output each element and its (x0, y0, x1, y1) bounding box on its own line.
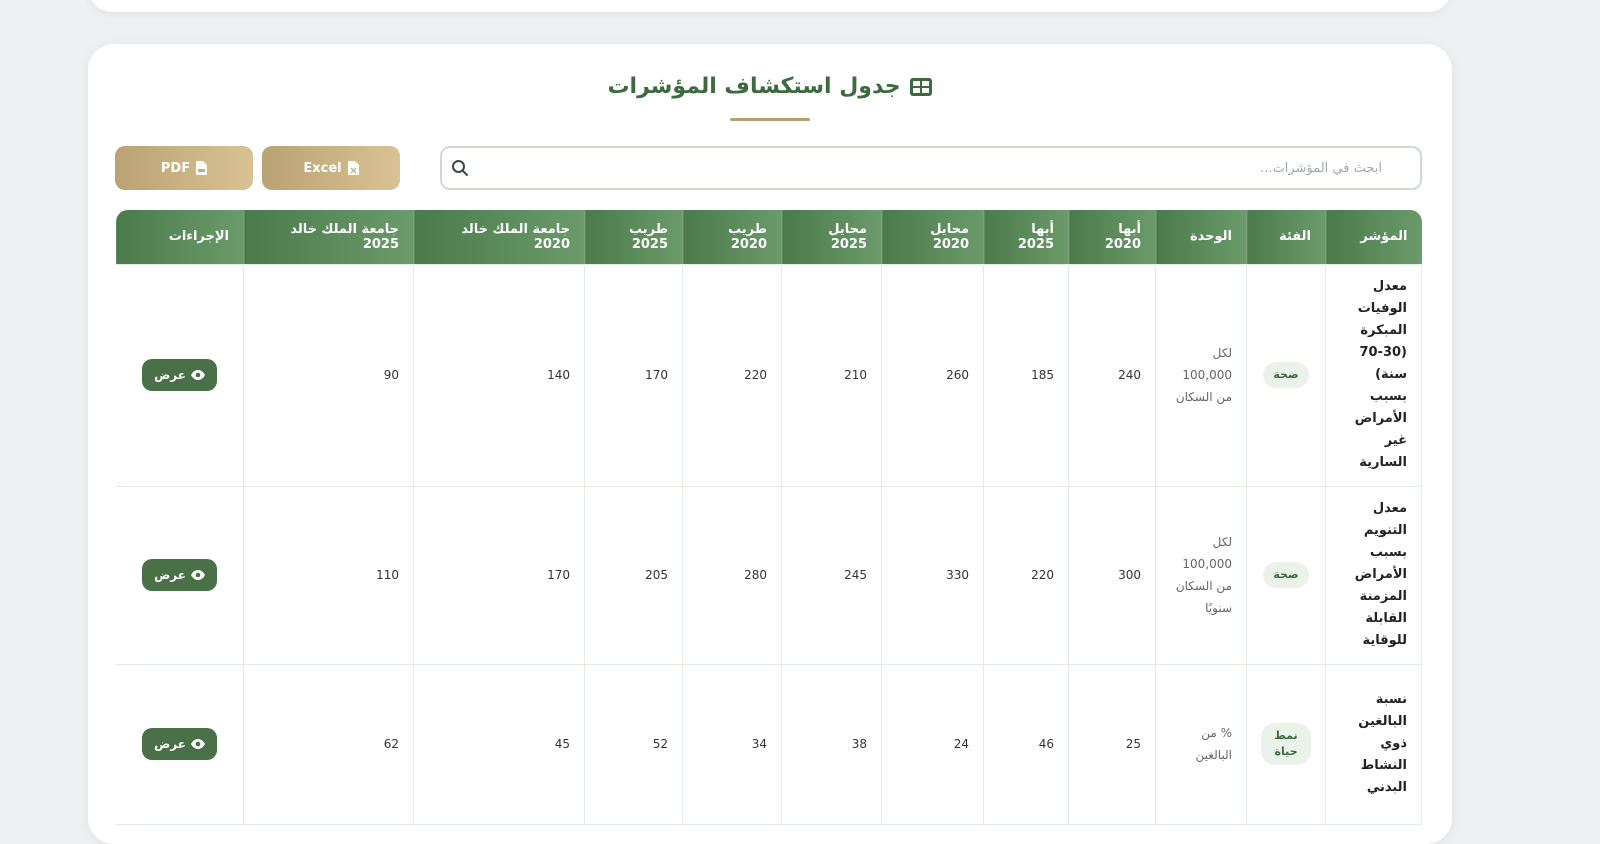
cell-tareeb-2020: 280 (682, 485, 782, 665)
cell-tareeb-2020: 34 (682, 663, 782, 825)
view-button-label: عرض (154, 568, 186, 582)
eye-icon (190, 370, 205, 380)
table-row: معدل الوفيات المبكرة (30-70 سنة) بسبب ال… (116, 263, 1422, 487)
indicators-explorer-card: جدول استكشاف المؤشرات Excel PDF (88, 44, 1452, 844)
header-tareeb-2025[interactable]: طريب 2025 (584, 210, 683, 264)
cell-unit: لكل 100,000 من السكان (1155, 263, 1247, 487)
page-title-text: جدول استكشاف المؤشرات (607, 74, 901, 99)
table-row: معدل التنويم بسبب الأمراض المزمنة القابل… (116, 485, 1422, 665)
header-abha-2020[interactable]: أبها 2020 (1068, 210, 1156, 264)
view-button[interactable]: عرض (142, 728, 217, 760)
cell-unit: % من البالغين (1155, 663, 1247, 825)
title-wrap: جدول استكشاف المؤشرات (88, 74, 1452, 101)
cell-mahayel-2020: 260 (881, 263, 984, 487)
header-unit[interactable]: الوحدة (1155, 210, 1247, 264)
eye-icon (190, 570, 205, 580)
cell-actions: عرض (116, 263, 244, 487)
view-button-label: عرض (154, 737, 186, 751)
pdf-button-label: PDF (160, 160, 191, 176)
cell-kku-2020: 170 (413, 485, 585, 665)
title-underline (730, 118, 810, 121)
header-actions: الإجراءات (116, 210, 244, 264)
page-title: جدول استكشاف المؤشرات (607, 74, 932, 99)
cell-mahayel-2020: 24 (881, 663, 984, 825)
excel-file-icon (347, 161, 359, 175)
eye-icon (190, 739, 205, 749)
cell-abha-2025: 220 (983, 485, 1069, 665)
header-indicator[interactable]: المؤشر (1325, 210, 1422, 264)
cell-tareeb-2025: 205 (584, 485, 683, 665)
cell-category: نمط حياة (1246, 663, 1326, 825)
header-category[interactable]: الفئة (1246, 210, 1326, 264)
indicators-table: المؤشر الفئة الوحدة أبها 2020 أبها 2025 … (116, 210, 1422, 825)
category-badge: صحة (1263, 362, 1309, 388)
cell-indicator: معدل التنويم بسبب الأمراض المزمنة القابل… (1325, 485, 1422, 665)
search-icon[interactable] (442, 159, 478, 177)
cell-unit: لكل 100,000 من السكان سنويًا (1155, 485, 1247, 665)
cell-kku-2020: 45 (413, 663, 585, 825)
cell-mahayel-2020: 330 (881, 485, 984, 665)
cell-abha-2020: 300 (1068, 485, 1156, 665)
header-mahayel-2025[interactable]: محايل 2025 (781, 210, 882, 264)
search-input[interactable] (478, 148, 1420, 188)
table-icon (909, 77, 932, 96)
view-button[interactable]: عرض (142, 559, 217, 591)
search-box (440, 146, 1422, 190)
cell-indicator: نسبة البالغين ذوي النشاط البدني (1325, 663, 1422, 825)
previous-section-card (88, 0, 1452, 12)
header-mahayel-2020[interactable]: محايل 2020 (881, 210, 984, 264)
cell-actions: عرض (116, 485, 244, 665)
cell-abha-2020: 240 (1068, 263, 1156, 487)
cell-abha-2020: 25 (1068, 663, 1156, 825)
cell-mahayel-2025: 38 (781, 663, 882, 825)
excel-export-button[interactable]: Excel (262, 146, 400, 190)
pdf-export-button[interactable]: PDF (115, 146, 253, 190)
view-button[interactable]: عرض (142, 359, 217, 391)
table-header-row: المؤشر الفئة الوحدة أبها 2020 أبها 2025 … (116, 210, 1422, 264)
cell-mahayel-2025: 245 (781, 485, 882, 665)
header-kku-2025[interactable]: جامعة الملك خالد 2025 (243, 210, 414, 264)
cell-kku-2020: 140 (413, 263, 585, 487)
header-tareeb-2020[interactable]: طريب 2020 (682, 210, 782, 264)
cell-tareeb-2025: 52 (584, 663, 683, 825)
cell-kku-2025: 62 (243, 663, 414, 825)
pdf-file-icon (196, 161, 208, 175)
excel-button-label: Excel (303, 160, 342, 176)
cell-kku-2025: 110 (243, 485, 414, 665)
header-kku-2020[interactable]: جامعة الملك خالد 2020 (413, 210, 585, 264)
table-row: نسبة البالغين ذوي النشاط البدني نمط حياة… (116, 663, 1422, 825)
view-button-label: عرض (154, 368, 186, 382)
category-badge: صحة (1263, 562, 1309, 588)
cell-tareeb-2025: 170 (584, 263, 683, 487)
cell-mahayel-2025: 210 (781, 263, 882, 487)
indicators-table-wrap: المؤشر الفئة الوحدة أبها 2020 أبها 2025 … (116, 210, 1422, 825)
cell-kku-2025: 90 (243, 263, 414, 487)
cell-category: صحة (1246, 263, 1326, 487)
cell-category: صحة (1246, 485, 1326, 665)
cell-tareeb-2020: 220 (682, 263, 782, 487)
cell-abha-2025: 46 (983, 663, 1069, 825)
category-badge: نمط حياة (1261, 723, 1311, 765)
header-abha-2025[interactable]: أبها 2025 (983, 210, 1069, 264)
cell-actions: عرض (116, 663, 244, 825)
cell-abha-2025: 185 (983, 263, 1069, 487)
cell-indicator: معدل الوفيات المبكرة (30-70 سنة) بسبب ال… (1325, 263, 1422, 487)
